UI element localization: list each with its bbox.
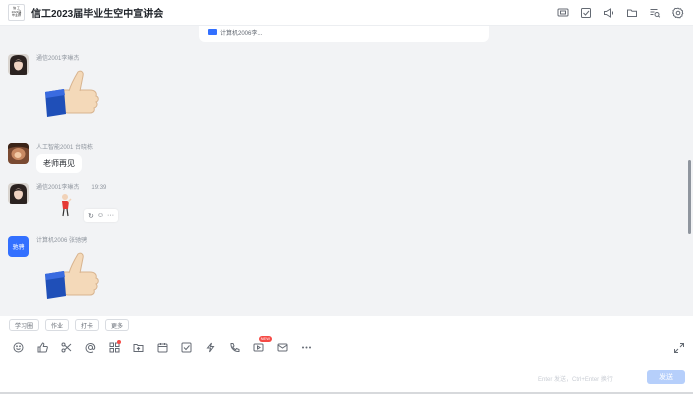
scrollbar[interactable] xyxy=(688,160,691,234)
avatar-text: 驰骋 xyxy=(12,245,25,251)
search-list-icon[interactable] xyxy=(646,4,663,21)
pinned-message-card[interactable]: 计算机2006李... xyxy=(199,26,489,42)
apps-icon[interactable] xyxy=(107,340,121,354)
reaction-icon[interactable]: ☺ xyxy=(97,212,104,219)
sender-name: 计算机2006 张驰骋 xyxy=(36,238,88,244)
more-icon[interactable] xyxy=(299,340,313,354)
input-hint: Enter 发送，Ctrl+Enter 换行 xyxy=(538,377,613,383)
avatar[interactable]: 驰骋 xyxy=(8,236,29,257)
thumbs-up-sticker[interactable] xyxy=(42,68,106,125)
new-badge: NEW xyxy=(258,336,272,342)
message-bubble[interactable]: 老师再见 xyxy=(36,154,82,173)
send-button[interactable]: 发送 xyxy=(647,370,685,384)
more-icon[interactable]: ··· xyxy=(107,212,114,219)
scissors-icon[interactable] xyxy=(59,340,73,354)
doc-icon xyxy=(208,29,217,35)
message-time: 19:39 xyxy=(91,185,107,191)
upload-icon[interactable] xyxy=(131,340,145,354)
quick-tag-homework[interactable]: 作业 xyxy=(45,319,70,331)
group-avatar-line: 毕业群 xyxy=(11,13,21,18)
settings-icon[interactable] xyxy=(669,4,686,21)
calendar-icon[interactable] xyxy=(155,340,169,354)
message-hover-actions: ↻ ☺ ··· xyxy=(84,209,119,222)
sender-name: 通信2001李琳杰 19:39 xyxy=(36,182,106,191)
quick-tags: 学习圈 作业 打卡 更多 xyxy=(9,319,130,331)
reply-icon[interactable]: ↻ xyxy=(88,212,94,220)
emoji-icon[interactable] xyxy=(11,340,25,354)
screen-share-icon[interactable] xyxy=(554,4,571,21)
thumbs-up-icon[interactable] xyxy=(35,340,49,354)
thumbs-up-sticker[interactable] xyxy=(42,250,106,307)
sender-name-text: 通信2001李琳杰 xyxy=(36,185,80,191)
header-tools xyxy=(554,4,686,21)
sender-name: 通信2001李琳杰 xyxy=(36,56,80,62)
mention-icon[interactable] xyxy=(83,340,97,354)
quick-tag-checkin[interactable]: 打卡 xyxy=(75,319,100,331)
notification-dot xyxy=(117,340,121,344)
figure-sticker[interactable] xyxy=(59,193,73,222)
announcement-icon[interactable] xyxy=(600,4,617,21)
quick-tag-more[interactable]: 更多 xyxy=(105,319,130,331)
chat-header: 信 工 2023届 毕业群 信工2023届毕业生空中宣讲会 xyxy=(0,0,693,26)
live-icon[interactable]: NEW xyxy=(251,336,272,354)
call-icon[interactable] xyxy=(227,340,241,354)
pinned-message-text: 计算机2006李... xyxy=(220,30,263,37)
sender-name: 人工智能2001 台晓栋 xyxy=(36,145,94,151)
folder-icon[interactable] xyxy=(623,4,640,21)
avatar[interactable] xyxy=(8,143,29,164)
group-avatar[interactable]: 信 工 2023届 毕业群 xyxy=(8,4,25,21)
expand-composer-icon[interactable] xyxy=(673,341,685,353)
group-title[interactable]: 信工2023届毕业生空中宣讲会 xyxy=(31,5,163,20)
mail-icon[interactable] xyxy=(275,340,289,354)
avatar[interactable] xyxy=(8,183,29,204)
composer-toolbar: NEW xyxy=(11,336,313,354)
avatar[interactable] xyxy=(8,54,29,75)
task-icon[interactable] xyxy=(179,340,193,354)
message-list[interactable]: 计算机2006李... 通信2001李琳杰 人工智能2001 台晓栋 老师再见 … xyxy=(0,26,693,316)
lightning-icon[interactable] xyxy=(203,340,217,354)
quick-tag-study[interactable]: 学习圈 xyxy=(9,319,40,331)
task-check-icon[interactable] xyxy=(577,4,594,21)
